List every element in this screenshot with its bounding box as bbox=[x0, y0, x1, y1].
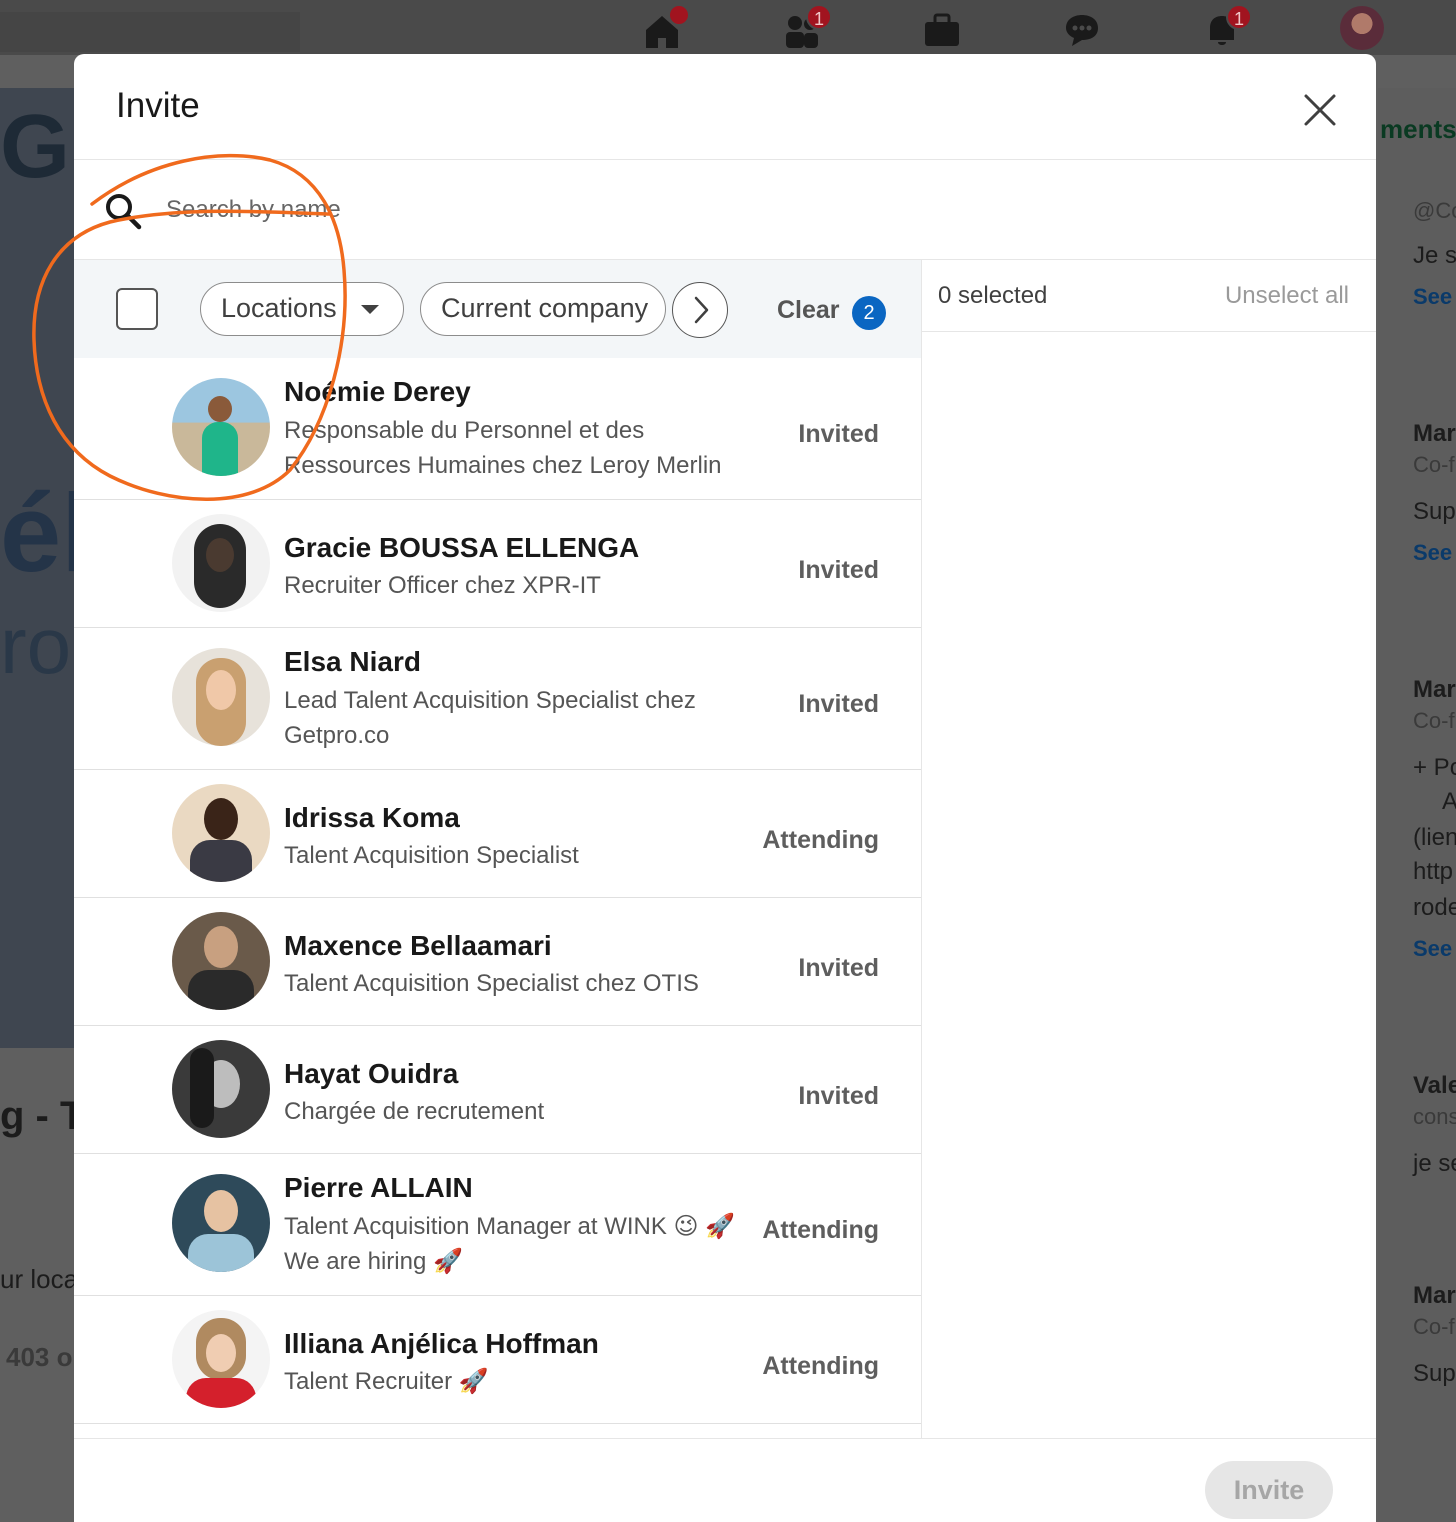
person-avatar bbox=[172, 648, 270, 746]
person-status: Invited bbox=[798, 1082, 879, 1110]
background-commenter-name: Vale bbox=[1413, 1072, 1456, 1099]
person-name: Hayat Ouidra bbox=[284, 1058, 459, 1089]
person-status: Invited bbox=[798, 420, 879, 448]
person-status: Invited bbox=[798, 690, 879, 718]
person-row[interactable]: Maxence Bellaamari Talent Acquisition Sp… bbox=[74, 898, 921, 1026]
unselect-all-button[interactable]: Unselect all bbox=[1225, 282, 1349, 310]
search-row bbox=[74, 160, 1376, 260]
selected-header: 0 selected Unselect all bbox=[922, 260, 1376, 332]
person-headline: Talent Acquisition Specialist chez OTIS bbox=[284, 970, 699, 997]
person-avatar bbox=[172, 1174, 270, 1272]
search-input[interactable] bbox=[166, 188, 766, 232]
person-status: Attending bbox=[762, 1216, 879, 1244]
background-commenter-name: Mar bbox=[1413, 1282, 1456, 1309]
person-row[interactable]: Hayat Ouidra Chargée de recrutement Invi… bbox=[74, 1026, 921, 1154]
background-see-more: See bbox=[1413, 540, 1453, 565]
person-row[interactable]: Illiana Anjélica Hoffman Talent Recruite… bbox=[74, 1296, 921, 1424]
jobs-briefcase-icon bbox=[925, 13, 959, 46]
person-status: Attending bbox=[762, 826, 879, 854]
person-headline: Talent Recruiter 🚀 bbox=[284, 1368, 489, 1395]
background-comment-text: Je s bbox=[1413, 242, 1456, 269]
person-row[interactable]: Idrissa Koma Talent Acquisition Speciali… bbox=[74, 770, 921, 898]
background-comment-text: rode bbox=[1413, 894, 1456, 921]
person-headline: Chargée de recrutement bbox=[284, 1098, 545, 1125]
person-name: Noémie Derey bbox=[284, 376, 471, 407]
modal-title: Invite bbox=[116, 86, 200, 125]
background-comment-text: Sup bbox=[1413, 1360, 1456, 1387]
person-name: Idrissa Koma bbox=[284, 802, 460, 833]
person-name: Pierre ALLAIN bbox=[284, 1172, 473, 1203]
background-attendee-count: 403 o bbox=[6, 1342, 73, 1372]
background-event-location: ur local bbox=[0, 1264, 84, 1294]
locations-filter-label: Locations bbox=[221, 293, 337, 323]
home-notification-dot bbox=[668, 4, 690, 26]
background-comment-text: Sup bbox=[1413, 498, 1456, 525]
person-status: Invited bbox=[798, 954, 879, 982]
invite-button[interactable]: Invite bbox=[1205, 1461, 1333, 1519]
caret-down-icon bbox=[361, 305, 379, 314]
person-name: Gracie BOUSSA ELLENGA bbox=[284, 532, 640, 563]
chevron-right-icon bbox=[694, 296, 709, 324]
background-commenter-name: Mar bbox=[1413, 676, 1456, 703]
person-status: Invited bbox=[798, 556, 879, 584]
notifications-badge: 1 bbox=[1226, 4, 1252, 30]
search-icon bbox=[106, 194, 142, 230]
background-search bbox=[0, 12, 300, 52]
people-list: Noémie Derey Responsable du Personnel et… bbox=[74, 358, 921, 1438]
person-headline: Responsable du Personnel et des Ressourc… bbox=[284, 417, 722, 479]
filter-bar: Locations Current company Clear 2 bbox=[74, 260, 921, 358]
person-avatar bbox=[172, 514, 270, 612]
active-filters-count-badge: 2 bbox=[852, 296, 886, 330]
person-name: Maxence Bellaamari bbox=[284, 930, 552, 961]
invite-modal: Invite Locations Current company Clear 2 bbox=[74, 54, 1376, 1522]
modal-footer: Invite bbox=[74, 1438, 1376, 1522]
person-headline: Lead Talent Acquisition Specialist chez … bbox=[284, 687, 696, 749]
modal-header: Invite bbox=[74, 54, 1376, 160]
person-avatar bbox=[172, 912, 270, 1010]
background-commenter-name: Mar bbox=[1413, 420, 1456, 447]
profile-avatar bbox=[1340, 6, 1384, 50]
person-row[interactable]: Gracie BOUSSA ELLENGA Recruiter Officer … bbox=[74, 500, 921, 628]
close-icon[interactable] bbox=[1300, 90, 1340, 130]
locations-filter-button[interactable]: Locations bbox=[200, 282, 404, 336]
selected-count: 0 selected bbox=[938, 282, 1048, 309]
person-avatar bbox=[172, 784, 270, 882]
person-avatar bbox=[172, 378, 270, 476]
person-headline: Talent Acquisition Manager at WINK 😉 🚀 W… bbox=[284, 1213, 736, 1275]
messaging-icon bbox=[1066, 15, 1098, 46]
background-see-more: See bbox=[1413, 284, 1453, 309]
background-handle: @Co bbox=[1413, 198, 1456, 223]
clear-filters-button[interactable]: Clear bbox=[777, 296, 840, 325]
person-name: Elsa Niard bbox=[284, 646, 421, 677]
person-row[interactable]: Pierre ALLAIN Talent Acquisition Manager… bbox=[74, 1154, 921, 1296]
background-comment-text: + Po bbox=[1413, 754, 1456, 781]
person-status: Attending bbox=[762, 1352, 879, 1380]
current-company-filter-button[interactable]: Current company bbox=[420, 282, 666, 336]
background-comment-text: A bbox=[1442, 788, 1456, 815]
person-headline: Recruiter Officer chez XPR-IT bbox=[284, 572, 601, 599]
background-see-more: See bbox=[1413, 936, 1453, 961]
select-all-checkbox[interactable] bbox=[116, 288, 158, 330]
person-avatar bbox=[172, 1040, 270, 1138]
current-company-filter-label: Current company bbox=[441, 293, 649, 323]
background-comment-text: http bbox=[1413, 858, 1454, 885]
person-row[interactable]: Elsa Niard Lead Talent Acquisition Speci… bbox=[74, 628, 921, 770]
person-row[interactable]: Noémie Derey Responsable du Personnel et… bbox=[74, 358, 921, 500]
background-commenter-title: Co-f bbox=[1413, 708, 1455, 733]
person-name: Illiana Anjélica Hoffman bbox=[284, 1328, 599, 1359]
person-avatar bbox=[172, 1310, 270, 1408]
selected-panel: 0 selected Unselect all bbox=[921, 260, 1376, 1440]
background-commenter-title: cons bbox=[1413, 1104, 1456, 1129]
network-badge: 1 bbox=[806, 4, 832, 30]
filters-next-button[interactable] bbox=[672, 282, 728, 338]
background-comments-tab: ments bbox=[1380, 114, 1456, 144]
background-comment-text: je se bbox=[1413, 1150, 1456, 1177]
background-commenter-title: Co-f bbox=[1413, 1314, 1455, 1339]
person-headline: Talent Acquisition Specialist bbox=[284, 842, 579, 869]
background-commenter-title: Co-f bbox=[1413, 452, 1455, 477]
background-comment-text: (lien bbox=[1413, 824, 1456, 851]
